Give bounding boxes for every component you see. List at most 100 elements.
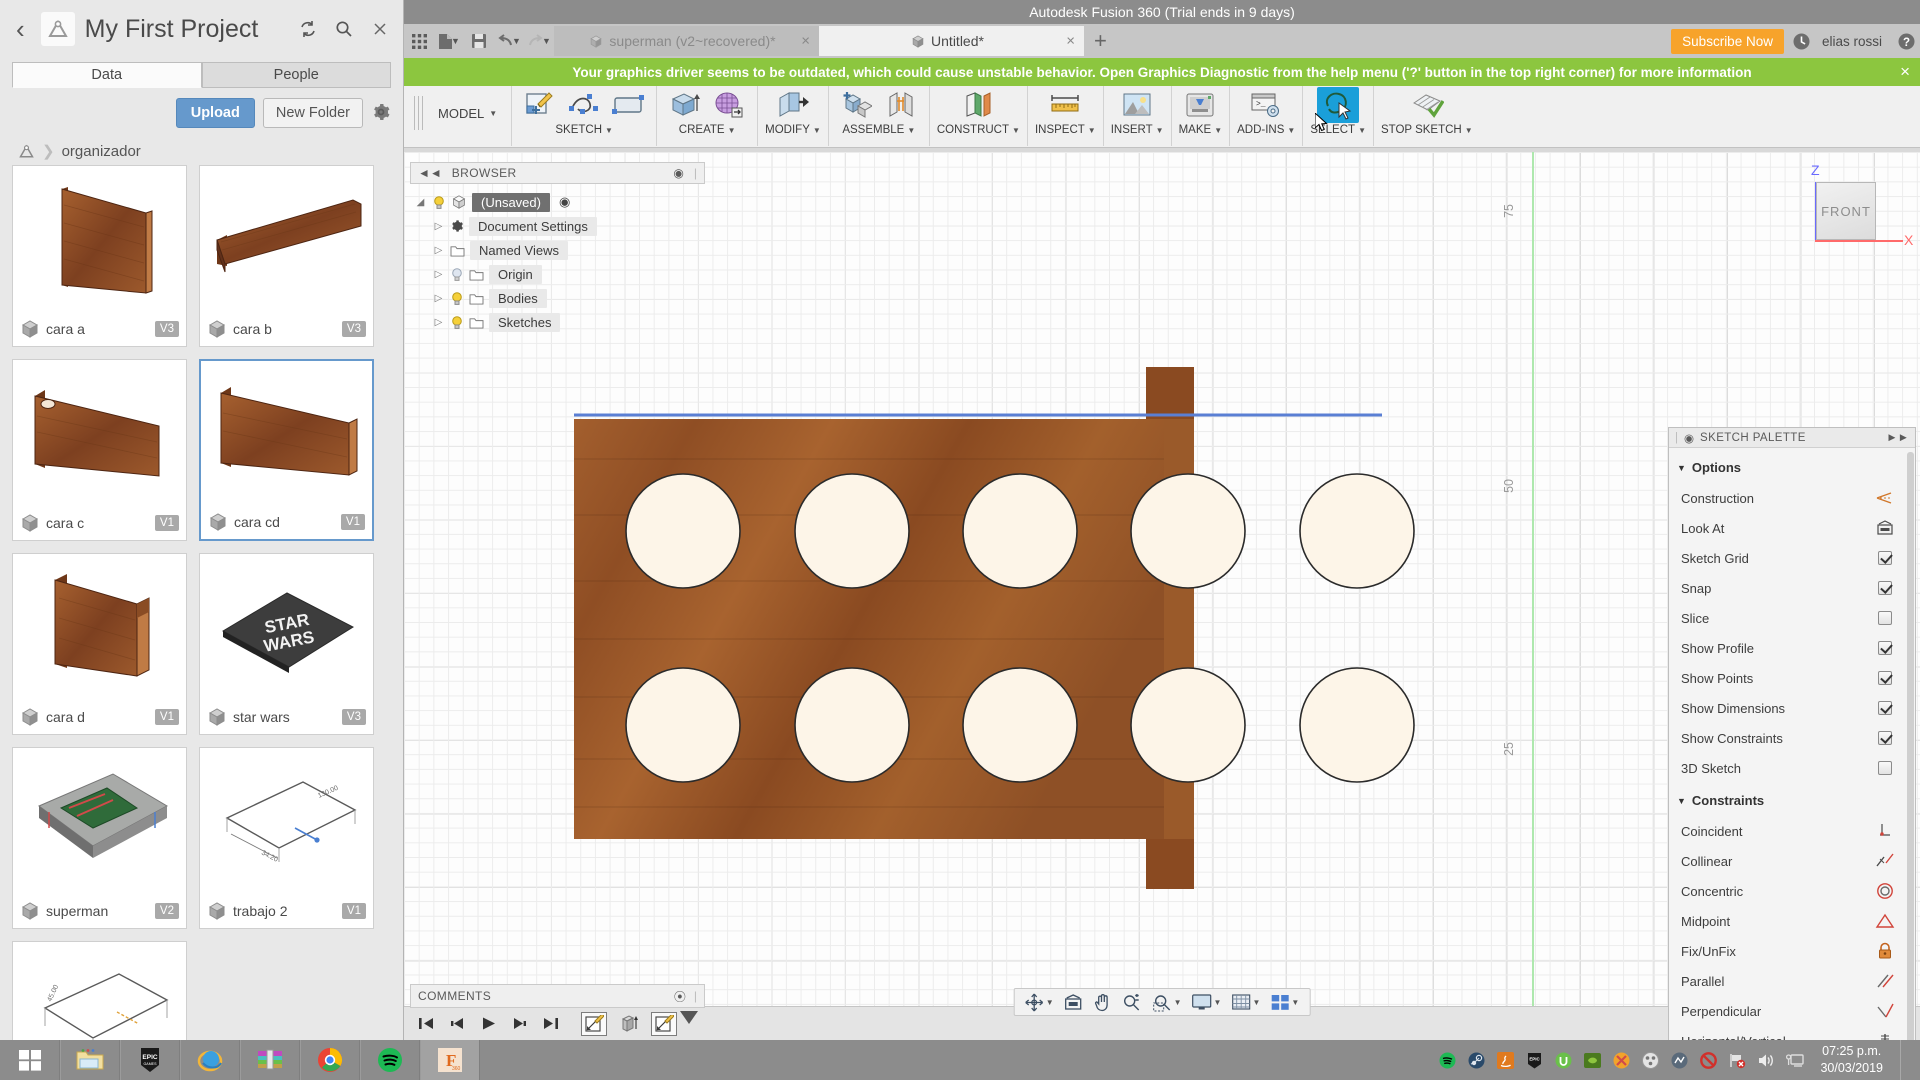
chevron-down-icon[interactable]: ▼	[1677, 463, 1686, 473]
browser-item-unsaved[interactable]: ◢ (Unsaved) ◉	[412, 190, 705, 214]
parallel-icon[interactable]	[1855, 972, 1915, 990]
ribbon-group-label-assemble[interactable]: ASSEMBLE ▼	[842, 124, 915, 136]
palette-row-construction[interactable]: Construction	[1669, 483, 1915, 513]
rectangle-icon[interactable]	[607, 87, 649, 123]
collapse-left-icon[interactable]: ◄◄	[418, 166, 442, 180]
fix-unfix-icon[interactable]	[1855, 942, 1915, 960]
data-tile[interactable]: cara b V3	[199, 165, 374, 347]
skip-end-icon[interactable]	[538, 1012, 562, 1036]
browser-grip[interactable]: |	[694, 166, 697, 180]
java-tray-icon[interactable]	[1495, 1050, 1515, 1070]
palette-grip[interactable]: |	[1675, 432, 1678, 444]
minus-circle-icon[interactable]: ◉	[1684, 431, 1694, 445]
network-tray-icon[interactable]	[1727, 1050, 1747, 1070]
help-icon[interactable]: ?	[1892, 27, 1920, 55]
ribbon-group-label-select[interactable]: SELECT ▼	[1310, 124, 1366, 136]
epic-games-icon[interactable]: EPIC GAMES	[120, 1040, 180, 1080]
data-tile-selected[interactable]: cara cd V1	[199, 359, 374, 541]
chevron-down-icon[interactable]: ▼	[1677, 796, 1686, 806]
chevron-down-icon[interactable]: ▼	[1291, 998, 1299, 1007]
data-tile[interactable]: 130.00 34.20 trabajo 2 V1	[199, 747, 374, 929]
show-constraints-checkbox[interactable]	[1878, 731, 1892, 745]
utorrent-tray-icon[interactable]	[1553, 1050, 1573, 1070]
document-tab-untitled[interactable]: Untitled* ×	[819, 26, 1084, 56]
expand-arrow-icon[interactable]: ▷	[432, 269, 445, 280]
show-profile-checkbox[interactable]	[1878, 641, 1892, 655]
subscribe-now-button[interactable]: Subscribe Now	[1671, 28, 1784, 54]
create-sketch-icon[interactable]	[519, 87, 561, 123]
zoom-icon[interactable]	[1118, 990, 1147, 1014]
back-chevron-icon[interactable]: ‹	[10, 16, 31, 42]
epic-tray-icon[interactable]: EPIC	[1524, 1050, 1544, 1070]
palette-row-show-dimensions[interactable]: Show Dimensions	[1669, 693, 1915, 723]
timeline-feature-sketch[interactable]	[581, 1011, 607, 1036]
palette-row-collinear[interactable]: Collinear	[1669, 846, 1915, 876]
expand-right-icon[interactable]: ►►	[1886, 432, 1909, 444]
spotify-icon[interactable]	[360, 1040, 420, 1080]
show-desktop-button[interactable]	[1900, 1040, 1910, 1080]
grid-apps-icon[interactable]	[404, 26, 434, 56]
step-back-icon[interactable]	[445, 1012, 469, 1036]
show-dimensions-checkbox[interactable]	[1878, 701, 1892, 715]
design-canvas[interactable]: 75 50 25 FRONT Z X ◄◄ BROWSER ◉ | ◢ (Uns…	[404, 152, 1920, 1040]
chevron-down-icon[interactable]: ▼	[542, 36, 551, 46]
data-tile[interactable]: 45.00	[12, 941, 187, 1040]
chevron-down-icon[interactable]: ▼	[1046, 998, 1054, 1007]
radio-icon[interactable]: ◉	[559, 194, 570, 210]
palette-row-3d-sketch[interactable]: 3D Sketch	[1669, 753, 1915, 783]
username-label[interactable]: elias rossi	[1822, 34, 1882, 49]
palette-row-fix-unfix[interactable]: Fix/UnFix	[1669, 936, 1915, 966]
palette-row-show-constraints[interactable]: Show Constraints	[1669, 723, 1915, 753]
display-tray-icon[interactable]	[1785, 1050, 1805, 1070]
ribbon-group-label-construct[interactable]: CONSTRUCT ▼	[937, 124, 1020, 136]
data-tile[interactable]: cara a V3	[12, 165, 187, 347]
concentric-icon[interactable]	[1855, 882, 1915, 900]
play-icon[interactable]	[476, 1012, 500, 1036]
insert-image-icon[interactable]	[1116, 87, 1158, 123]
joint-icon[interactable]	[880, 87, 922, 123]
chevron-down-icon[interactable]: ▼	[451, 36, 460, 46]
ribbon-group-label-sketch[interactable]: SKETCH ▼	[555, 124, 613, 136]
expand-arrow-icon[interactable]: ◢	[414, 197, 427, 208]
winrar-icon[interactable]	[240, 1040, 300, 1080]
upload-button[interactable]: Upload	[175, 98, 255, 128]
data-tile[interactable]: cara c V1	[12, 359, 187, 541]
data-tile[interactable]: superman V2	[12, 747, 187, 929]
teamviewer-tray-icon[interactable]	[1640, 1050, 1660, 1070]
expand-arrow-icon[interactable]: ▷	[432, 317, 445, 328]
refresh-icon[interactable]	[295, 16, 321, 42]
mesh-icon[interactable]	[708, 87, 750, 123]
workspace-switcher[interactable]: MODEL ▼	[430, 86, 511, 121]
expand-arrow-icon[interactable]: ▷	[432, 221, 445, 232]
chevron-down-icon[interactable]: ▼	[1174, 998, 1182, 1007]
save-icon[interactable]	[464, 26, 494, 56]
midpoint-icon[interactable]	[1855, 912, 1915, 930]
internet-explorer-icon[interactable]	[180, 1040, 240, 1080]
browser-item-document-settings[interactable]: ▷ Document Settings	[412, 214, 705, 238]
undo-icon[interactable]: ▼	[494, 26, 524, 56]
pan-icon[interactable]	[1089, 990, 1116, 1014]
chevron-down-icon[interactable]: ▼	[512, 36, 521, 46]
grid-settings-icon[interactable]: ▼	[1227, 990, 1264, 1014]
palette-section-options[interactable]: ▼ Options	[1669, 454, 1915, 483]
chevron-down-icon[interactable]: ▼	[1214, 998, 1222, 1007]
palette-row-sketch-grid[interactable]: Sketch Grid	[1669, 543, 1915, 573]
stop-sketch-icon[interactable]	[1406, 87, 1448, 123]
scripts-addins-icon[interactable]: >_	[1245, 87, 1287, 123]
collinear-icon[interactable]	[1855, 852, 1915, 870]
ribbon-group-label-make[interactable]: MAKE ▼	[1179, 124, 1223, 136]
breadcrumb-folder-label[interactable]: organizador	[62, 143, 141, 160]
palette-row-look-at[interactable]: Look At	[1669, 513, 1915, 543]
spline-icon[interactable]	[563, 87, 605, 123]
new-component-icon[interactable]	[836, 87, 878, 123]
clock-icon[interactable]	[1788, 27, 1816, 55]
slice-checkbox[interactable]	[1878, 611, 1892, 625]
data-tile[interactable]: cara d V1	[12, 553, 187, 735]
ribbon-group-label-addins[interactable]: ADD-INS ▼	[1237, 124, 1295, 136]
new-folder-button[interactable]: New Folder	[262, 98, 363, 128]
palette-section-constraints[interactable]: ▼ Constraints	[1669, 783, 1915, 816]
document-tab-superman[interactable]: superman (v2~recovered)* ×	[554, 26, 819, 56]
data-tile[interactable]: STAR WARS star wars V3	[199, 553, 374, 735]
taskbar-clock[interactable]: 07:25 p.m. 30/03/2019	[1820, 1043, 1883, 1077]
ribbon-group-label-modify[interactable]: MODIFY ▼	[765, 124, 821, 136]
